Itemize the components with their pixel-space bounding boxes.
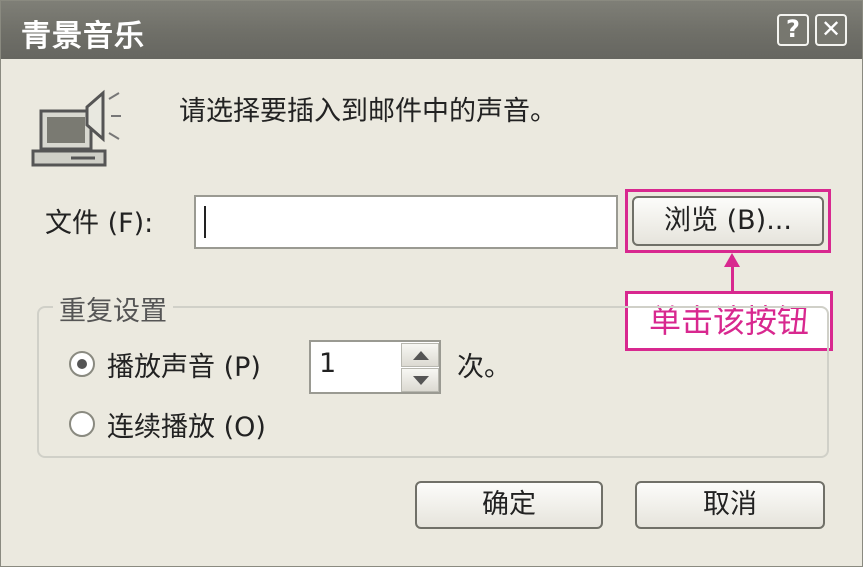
title-bar[interactable]: 青景音乐 ? ✕ [1,1,862,59]
repeat-count-value[interactable]: 1 [319,348,336,379]
times-label: 次。 [457,352,511,383]
ok-button[interactable]: 确定 [415,481,603,529]
text-caret [204,206,206,238]
sound-speaker-icon [31,89,121,167]
repeat-settings-title: 重复设置 [53,289,173,328]
close-button[interactable]: ✕ [815,14,847,46]
loop-play-radio[interactable] [69,411,95,437]
callout-arrowhead [724,253,740,267]
browse-button[interactable]: 浏览 (B)... [632,196,824,246]
spin-down-button[interactable] [401,368,439,392]
window-title: 青景音乐 [21,19,145,54]
play-sound-radio[interactable] [69,351,95,377]
play-sound-label[interactable]: 播放声音 (P) [107,345,261,384]
prompt-text: 请选择要插入到邮件中的声音。 [179,96,557,127]
file-input[interactable] [194,195,618,249]
cancel-button[interactable]: 取消 [635,481,825,529]
help-icon: ? [786,15,800,43]
file-label: 文件 (F): [45,208,154,239]
loop-play-label[interactable]: 连续播放 (O) [107,405,266,444]
sound-dialog: 青景音乐 ? ✕ 请选择要插入到邮件中的声音。 文件 (F): 浏览 (B)..… [0,0,863,567]
close-icon: ✕ [820,15,842,43]
help-button[interactable]: ? [777,14,809,46]
repeat-count-spinner[interactable]: 1 [309,340,441,394]
chevron-up-icon [413,351,429,360]
chevron-down-icon [413,376,429,385]
spin-up-button[interactable] [401,343,439,367]
